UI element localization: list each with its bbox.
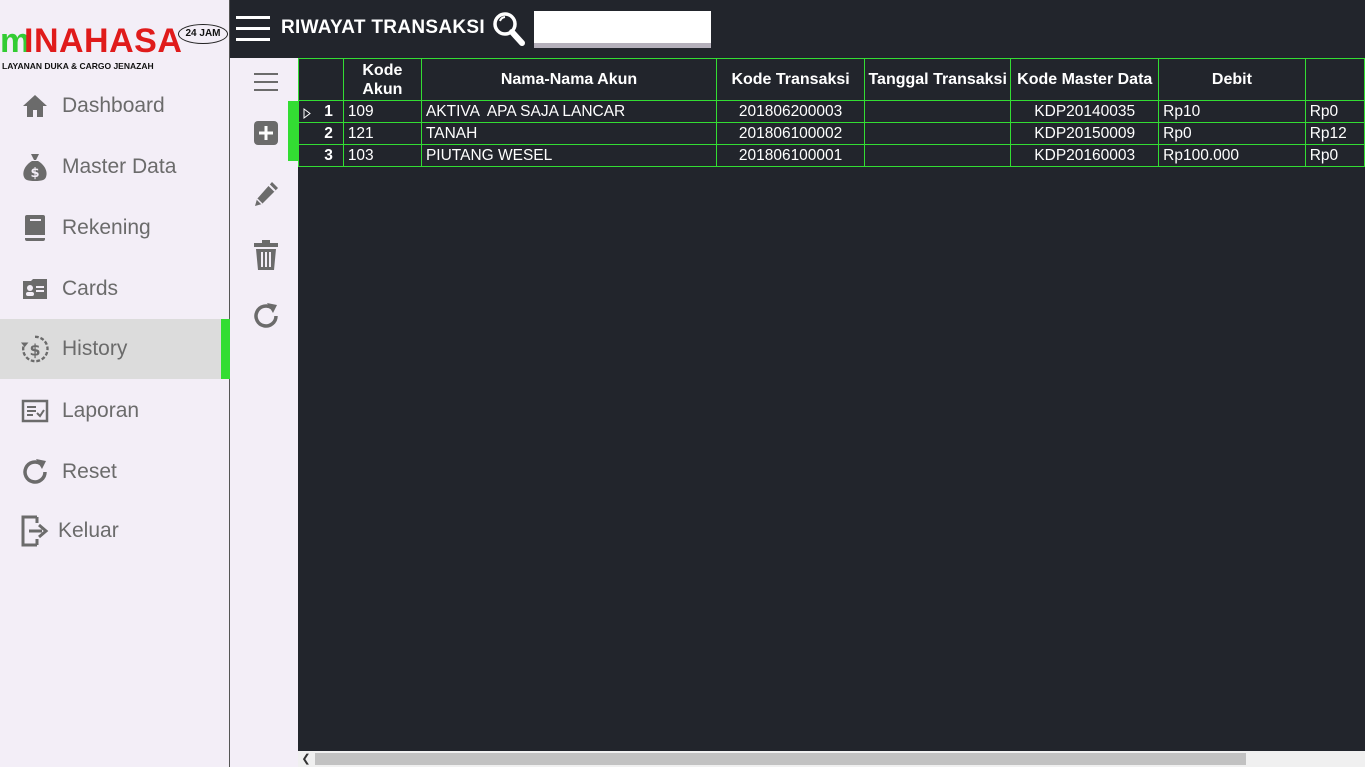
column-header[interactable]: Nama-Nama Akun	[420, 58, 718, 101]
row-number: 1	[324, 102, 333, 120]
sidebar-item-label: Master Data	[62, 155, 177, 178]
sidebar-item-keluar[interactable]: Keluar	[0, 501, 230, 561]
scrollbar-thumb[interactable]	[315, 753, 1246, 765]
row-header[interactable]: 1	[298, 100, 344, 123]
table-row[interactable]: 3 103 PIUTANG WESEL 201806100001 KDP2016…	[298, 144, 1365, 167]
cell-nama-akun[interactable]: AKTIVA APA SAJA LANCAR	[420, 100, 718, 123]
current-row-arrow-icon	[303, 106, 311, 122]
delete-icon[interactable]	[250, 239, 282, 271]
cell-tanggal-transaksi[interactable]	[864, 122, 1012, 145]
logo-text: INAHASA	[24, 22, 183, 60]
search-input[interactable]	[534, 11, 711, 48]
menu-icon[interactable]	[250, 66, 282, 98]
cell-kode-akun[interactable]: 103	[342, 144, 422, 167]
action-toolbar	[231, 58, 298, 767]
cell-kredit[interactable]: Rp0	[1304, 100, 1365, 123]
logo-subtitle: LAYANAN DUKA & CARGO JENAZAH	[2, 61, 154, 71]
transaction-grid: Kode Akun Nama-Nama Akun Kode Transaksi …	[298, 58, 1365, 751]
toolbar-active-indicator	[288, 101, 298, 161]
sidebar-item-history[interactable]: $ History	[0, 319, 230, 379]
sidebar-item-label: Reset	[62, 460, 117, 483]
app-logo: m INAHASA 24 JAM LAYANAN DUKA & CARGO JE…	[0, 10, 230, 71]
sidebar-item-rekening[interactable]: Rekening	[0, 198, 230, 258]
cell-kode-akun[interactable]: 121	[342, 122, 422, 145]
row-header[interactable]: 3	[298, 144, 344, 167]
sidebar-item-label: Cards	[62, 277, 119, 300]
sidebar-item-label: Laporan	[62, 399, 140, 422]
cell-kode-akun[interactable]: 109	[342, 100, 422, 123]
top-bar: RIWAYAT TRANSAKSI	[230, 0, 1365, 58]
cell-nama-akun[interactable]: PIUTANG WESEL	[420, 144, 718, 167]
column-header[interactable]: Kode Transaksi	[716, 58, 866, 101]
cell-kredit[interactable]: Rp0	[1304, 144, 1365, 167]
logo-badge: 24 JAM	[178, 24, 228, 44]
sidebar-item-label: Dashboard	[62, 94, 165, 117]
refresh-icon[interactable]	[250, 300, 282, 332]
history-money-icon: $	[20, 334, 50, 364]
table-row[interactable]: 2 121 TANAH 201806100002 KDP20150009 Rp0…	[298, 122, 1365, 145]
cell-kode-master-data[interactable]: KDP20140035	[1010, 100, 1160, 123]
reset-icon	[20, 457, 50, 487]
menu-toggle-icon[interactable]	[236, 14, 270, 42]
row-header-corner	[298, 58, 344, 101]
cell-kode-transaksi[interactable]: 201806100002	[716, 122, 866, 145]
column-header[interactable]: Tanggal Transaksi	[864, 58, 1012, 101]
scroll-left-arrow-icon[interactable]: ❮	[298, 751, 314, 767]
column-header[interactable]: Kode Master Data	[1010, 58, 1160, 101]
cell-kode-transaksi[interactable]: 201806200003	[716, 100, 866, 123]
sidebar-item-dashboard[interactable]: Dashboard	[0, 76, 230, 136]
cell-tanggal-transaksi[interactable]	[864, 100, 1012, 123]
sidebar-item-cards[interactable]: Cards	[0, 259, 230, 319]
svg-text:$: $	[29, 341, 40, 360]
row-number: 3	[324, 146, 333, 164]
sidebar-item-master-data[interactable]: $ Master Data	[0, 137, 230, 197]
cell-nama-akun[interactable]: TANAH	[420, 122, 718, 145]
column-header[interactable]	[1304, 58, 1365, 101]
column-header[interactable]: Debit	[1158, 58, 1306, 101]
page-title: RIWAYAT TRANSAKSI	[281, 17, 485, 38]
cell-kode-transaksi[interactable]: 201806100001	[716, 144, 866, 167]
money-bag-icon: $	[20, 152, 50, 182]
sidebar-item-label: Keluar	[58, 519, 119, 542]
add-icon[interactable]	[250, 117, 282, 149]
cell-kredit[interactable]: Rp12	[1304, 122, 1365, 145]
row-header[interactable]: 2	[298, 122, 344, 145]
id-card-icon	[20, 274, 50, 304]
table-row[interactable]: 1 109 AKTIVA APA SAJA LANCAR 20180620000…	[298, 100, 1365, 123]
cell-kode-master-data[interactable]: KDP20160003	[1010, 144, 1160, 167]
cell-tanggal-transaksi[interactable]	[864, 144, 1012, 167]
sidebar-item-label: Rekening	[62, 216, 151, 239]
sidebar: m INAHASA 24 JAM LAYANAN DUKA & CARGO JE…	[0, 0, 230, 767]
column-header[interactable]: Kode Akun	[342, 58, 422, 101]
search-icon[interactable]	[492, 10, 526, 48]
transaction-table: Kode Akun Nama-Nama Akun Kode Transaksi …	[298, 58, 1365, 167]
row-number: 2	[324, 124, 333, 142]
sidebar-item-reset[interactable]: Reset	[0, 442, 230, 502]
book-icon	[20, 213, 50, 243]
home-icon	[20, 91, 50, 121]
cell-debit[interactable]: Rp0	[1158, 122, 1306, 145]
cell-kode-master-data[interactable]: KDP20150009	[1010, 122, 1160, 145]
sidebar-item-laporan[interactable]: Laporan	[0, 381, 230, 441]
cell-debit[interactable]: Rp10	[1158, 100, 1306, 123]
table-header-row: Kode Akun Nama-Nama Akun Kode Transaksi …	[298, 58, 1365, 101]
horizontal-scrollbar[interactable]: ❮	[298, 751, 1365, 767]
report-icon	[20, 396, 50, 426]
edit-icon[interactable]	[250, 178, 282, 210]
logout-icon	[20, 515, 50, 547]
sidebar-item-label: History	[62, 337, 128, 360]
svg-text:$: $	[30, 166, 39, 181]
cell-debit[interactable]: Rp100.000	[1158, 144, 1306, 167]
